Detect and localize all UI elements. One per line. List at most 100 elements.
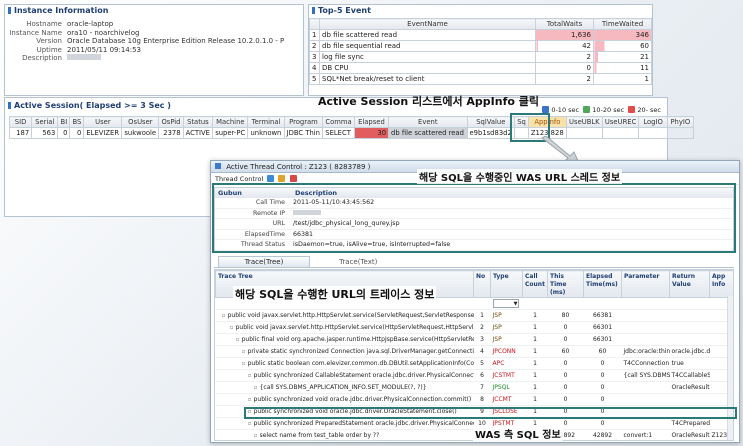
session-cell-terminal: unknown: [247, 127, 285, 139]
refresh-icon[interactable]: [267, 175, 275, 182]
trace-row[interactable]: ▫ public synchronized CallableStatement o…: [215, 369, 733, 382]
trace-no: 3: [473, 333, 491, 346]
trace-row[interactable]: ▫ public final void org.apache.jasper.run…: [215, 333, 733, 346]
trace-row[interactable]: ▫ public synchronized void oracle.jdbc.dr…: [215, 393, 733, 406]
session-col-osuser[interactable]: OsUser: [121, 116, 160, 128]
trace-elapsed: 66301: [583, 333, 622, 346]
session-cell-status: ACTIVE: [182, 127, 214, 139]
trace-method: ▫ private static synchronized Connection …: [215, 345, 474, 358]
trace-row[interactable]: ▫ private static synchronized Connection …: [215, 345, 733, 358]
session-col-status[interactable]: Status: [182, 116, 214, 128]
tree-node-icon: ▫: [253, 384, 258, 391]
callout-was-sql: WAS 측 SQL 정보: [473, 426, 563, 441]
tree-node-icon: ▫: [241, 360, 246, 367]
session-cell-program: JDBC Thin: [283, 127, 324, 139]
top5-row[interactable]: 3 log file sync 2 21: [309, 51, 652, 63]
trace-this-time: 0: [547, 333, 584, 346]
session-col-terminal[interactable]: Terminal: [247, 116, 285, 128]
session-col-comma[interactable]: Comma: [322, 116, 355, 128]
trace-return: OracleResultS: [669, 429, 710, 440]
trace-elapsed: 0: [583, 369, 622, 382]
top5-row[interactable]: 4 DB CPU 0 11: [309, 62, 652, 74]
session-col-bs[interactable]: BS: [69, 116, 85, 128]
tree-node-icon: ▫: [235, 336, 240, 343]
trace-col-header[interactable]: Type: [490, 270, 523, 298]
trace-elapsed: 60: [583, 345, 622, 358]
tree-node-icon: ▫: [241, 348, 246, 355]
top5-event-name: db file scattered read: [319, 29, 536, 41]
trace-col-header[interactable]: Return Value: [669, 270, 710, 298]
callout-trace-info: 해당 SQL을 수행한 URL의 트레이스 정보: [233, 286, 437, 302]
top5-total-waits: 2: [535, 51, 594, 63]
tab-trace-tree[interactable]: Trace(Tree): [218, 256, 310, 267]
session-col-useublk[interactable]: UseUBLK: [565, 116, 603, 128]
trace-method-text: public static boolean com.elevizer.commo…: [247, 360, 474, 367]
trace-type: APC: [490, 357, 523, 370]
trace-row[interactable]: ▫ public void javax.servlet.http.HttpServ…: [215, 321, 733, 334]
trace-parameter: [621, 321, 670, 334]
trace-return: [669, 309, 710, 322]
session-col-serial[interactable]: Serial: [31, 116, 59, 128]
session-cell-bs: 0: [69, 127, 85, 139]
trace-parameter: [621, 309, 670, 322]
session-col-sqlvalue[interactable]: SqlValue: [466, 116, 516, 128]
vertical-scrollbar[interactable]: [727, 296, 733, 440]
trace-no: 5: [473, 357, 491, 370]
top5-row[interactable]: 2 db file sequential read 42 60: [309, 40, 652, 52]
legend-swatch: [628, 106, 636, 113]
stop-icon[interactable]: [278, 175, 286, 182]
session-col-elapsed[interactable]: Elapsed: [353, 116, 390, 128]
trace-method: ▫ {call SYS.DBMS_APPLICATION_INFO.SET_MOD…: [215, 381, 474, 394]
trace-col-header[interactable]: Elapsed Time(ms): [583, 270, 622, 298]
session-col-user[interactable]: User: [83, 116, 123, 128]
trace-no: 6: [473, 369, 491, 382]
tree-node-icon: ▫: [253, 432, 258, 439]
kv-hostname: Hostname oracle-laptop: [26, 20, 114, 28]
trace-col-header[interactable]: Parameter: [621, 270, 670, 298]
trace-col-header[interactable]: No: [473, 270, 491, 298]
trace-col-header[interactable]: App Info: [709, 270, 733, 298]
session-legend: 0-10 sec 10-20 sec 20- sec: [540, 106, 661, 114]
trace-method-text: public synchronized PreparedStatement or…: [253, 420, 474, 427]
trace-return: OracleResultS: [669, 381, 710, 394]
session-cell-elapsed: 30: [353, 127, 390, 139]
trace-row[interactable]: ▫ {call SYS.DBMS_APPLICATION_INFO.SET_MOD…: [215, 381, 733, 394]
tab-trace-text[interactable]: Trace(Text): [312, 257, 404, 268]
top5-total-waits: 2: [535, 73, 594, 85]
top5-event-panel: Top-5 Event EventName TotalWaits TimeWai…: [308, 4, 653, 96]
trace-method-text: public synchronized CallableStatement or…: [253, 372, 474, 379]
trace-elapsed: 0: [583, 393, 622, 406]
trace-call-count: 1: [522, 357, 548, 370]
trace-parameter: convert:1: [621, 429, 670, 440]
top5-row[interactable]: 5 SQL*Net break/reset to client 2 1: [309, 73, 652, 85]
trace-this-time: 0: [547, 321, 584, 334]
trace-type: JCSTMT: [490, 369, 523, 382]
session-col-logio[interactable]: LogIO: [638, 116, 668, 128]
trace-row[interactable]: ▫ public static boolean com.elevizer.comm…: [215, 357, 733, 370]
trace-row[interactable]: ▫ public void javax.servlet.http.HttpServ…: [215, 309, 733, 322]
top5-row[interactable]: 1 db file scattered read 1,636 346: [309, 29, 652, 41]
trace-this-time: 80: [547, 309, 584, 322]
session-col-phyio[interactable]: PhyIO: [666, 116, 695, 128]
session-col-ospid[interactable]: OsPid: [158, 116, 184, 128]
trace-call-count: 1: [522, 393, 548, 406]
trace-return: oracle.jdbc.dr: [669, 345, 710, 358]
trace-method: ▫ select name from test_table order by ??: [215, 429, 474, 440]
session-col-useurec[interactable]: UseUREC: [601, 116, 640, 128]
top5-time-waited: 60: [593, 40, 652, 52]
session-table: SID Serial BI BS User OsUser OsPid Status Machin…: [8, 116, 695, 139]
trace-return: true: [669, 357, 710, 370]
trace-call-count: 1: [522, 333, 548, 346]
trace-col-header[interactable]: Call Count: [522, 270, 548, 298]
session-row[interactable]: 187 563 0 0 ELEVIZER sukwoole 2378 ACTIVE super-…: [8, 127, 695, 139]
session-col-sid[interactable]: SID: [8, 116, 33, 128]
session-col-program[interactable]: Program: [283, 116, 324, 128]
top5-event-name: db file sequential read: [319, 40, 536, 52]
close-icon[interactable]: [289, 175, 297, 182]
trace-col-header[interactable]: This Time (ms): [547, 270, 584, 298]
session-col-bi[interactable]: BI: [57, 116, 71, 128]
session-col-machine[interactable]: Machine: [212, 116, 249, 128]
type-filter-dropdown[interactable]: ▼: [492, 299, 519, 308]
kv-description: Description: [5, 54, 303, 63]
session-col-event[interactable]: Event: [388, 116, 468, 128]
